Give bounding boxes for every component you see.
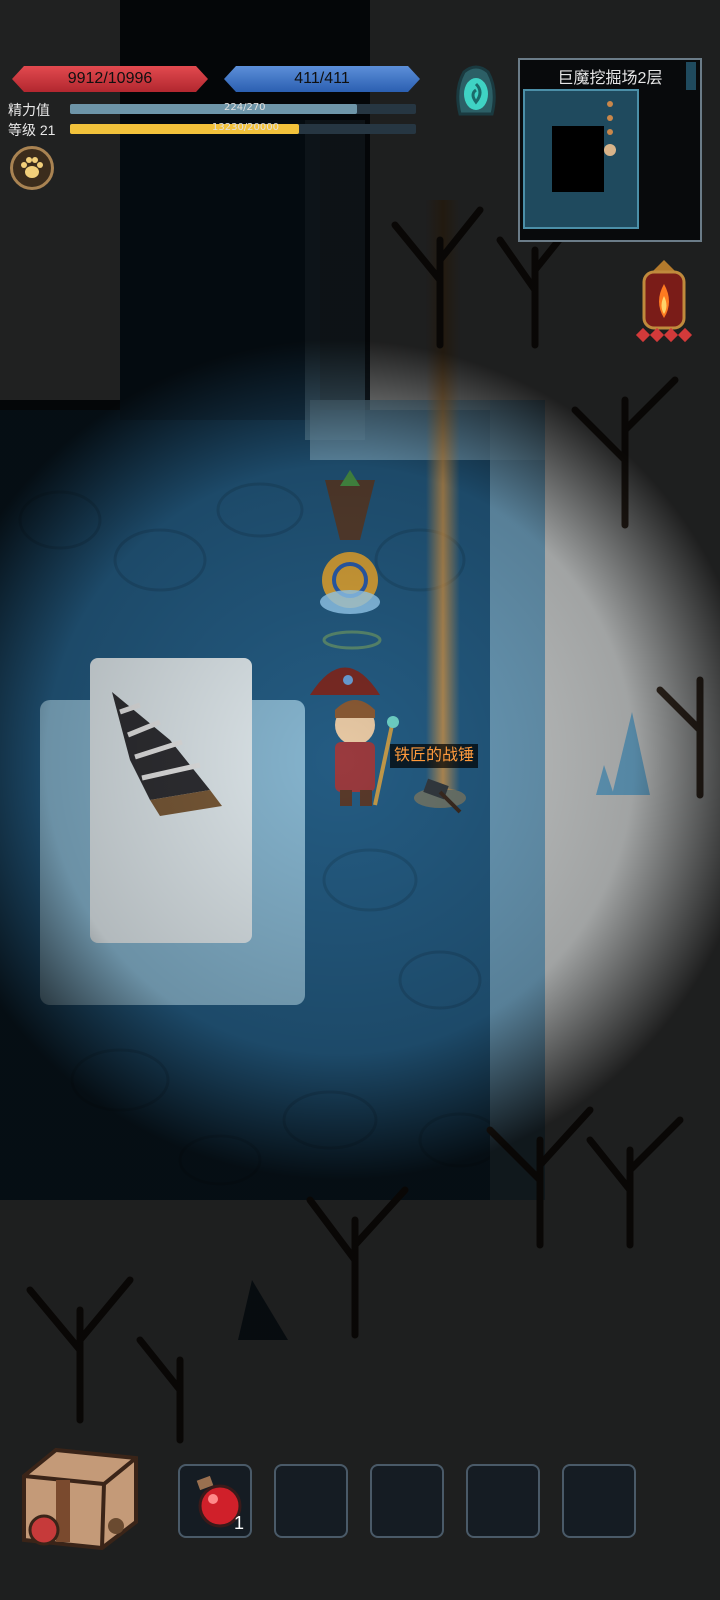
stamina-label: 精力值: [8, 102, 50, 118]
minimap-map: [523, 62, 696, 229]
hp-bar: 9912/10996: [12, 66, 208, 92]
stamina-bar: 224/270: [70, 102, 416, 114]
inventory-slot[interactable]: [466, 1464, 540, 1538]
inventory-slot[interactable]: [274, 1464, 348, 1538]
xp-value: 13230/20000: [212, 122, 279, 133]
inventory-slot[interactable]: [370, 1464, 444, 1538]
stamina-value: 224/270: [224, 102, 266, 113]
level-label: 等级 21: [8, 122, 56, 138]
mp-bar: 411/411: [224, 66, 420, 92]
inventory-slot[interactable]: [562, 1464, 636, 1538]
item-count: 1: [233, 1513, 244, 1533]
backpack-button[interactable]: [16, 1436, 144, 1552]
minimap[interactable]: 巨魔挖掘场2层: [518, 58, 702, 242]
pet-button[interactable]: [10, 146, 54, 190]
backpack-icon: [22, 1447, 138, 1551]
xp-bar: 13230/20000: [70, 122, 416, 134]
stamina-fill: [70, 104, 358, 114]
paw-icon: [21, 157, 43, 178]
hp-value: 9912/10996: [67, 70, 153, 87]
lantern-button[interactable]: [634, 258, 694, 346]
inventory-slot[interactable]: 1: [178, 1464, 252, 1538]
portal-button[interactable]: [450, 62, 502, 120]
lantern-icon: [635, 260, 693, 343]
mp-value: 411/411: [294, 70, 350, 87]
portal-icon: [456, 65, 496, 116]
dropped-item-label[interactable]: 铁匠的战锤: [390, 744, 479, 768]
